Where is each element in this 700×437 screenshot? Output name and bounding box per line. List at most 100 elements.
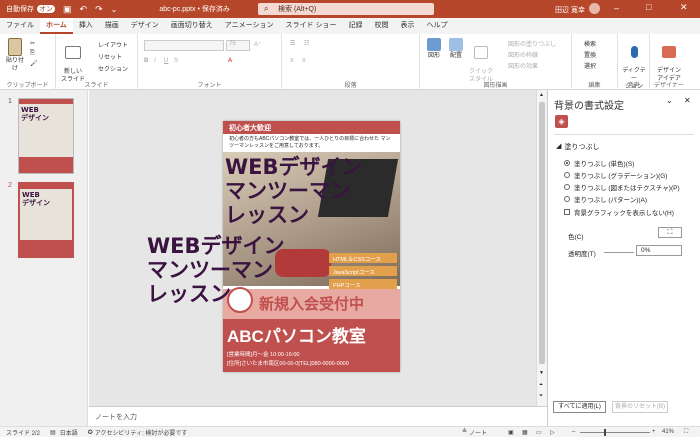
shapes-button[interactable]: 図形 — [424, 38, 444, 60]
fill-category-icon[interactable]: ◈ — [555, 115, 568, 128]
scroll-down-icon[interactable]: ▼ — [539, 370, 544, 376]
radio-gradient — [564, 172, 570, 178]
save-icon[interactable]: ▣ — [63, 4, 72, 15]
minimize-icon[interactable]: – — [614, 3, 619, 13]
notes-area[interactable]: ノートを入力 — [89, 406, 547, 426]
tab-view[interactable]: 表示 — [394, 18, 420, 34]
tab-draw[interactable]: 描画 — [99, 18, 125, 34]
search-box[interactable]: ⌕ 検索 (Alt+Q) — [258, 3, 434, 15]
overflow-title-copy[interactable]: WEBデザイン マンツーマン レッスン — [147, 234, 285, 306]
zoom-slider[interactable] — [580, 432, 650, 433]
file-name[interactable]: abc-pc.pptx • 保存済み — [159, 4, 230, 14]
accessibility-status[interactable]: アクセシビリティ: 検討が必要です — [95, 428, 188, 437]
format-painter-icon[interactable]: 🖌 — [30, 60, 38, 67]
scroll-thumb[interactable] — [539, 102, 545, 364]
paste-button[interactable]: 貼り付け — [4, 38, 26, 73]
tab-transitions[interactable]: 画面切り替え — [165, 18, 219, 34]
tab-home[interactable]: ホーム — [40, 18, 73, 34]
pane-options-icon[interactable]: ⌄ — [666, 96, 673, 105]
tab-file[interactable]: ファイル — [0, 18, 40, 34]
maximize-icon[interactable]: □ — [646, 2, 651, 12]
tab-review[interactable]: 校閲 — [368, 18, 394, 34]
section-button[interactable]: セクション — [98, 64, 128, 73]
cut-icon[interactable]: ✂ — [30, 40, 35, 47]
accessibility-icon[interactable]: ✪ — [88, 429, 93, 436]
bullets-icon[interactable]: ☰ — [290, 40, 295, 47]
tab-animations[interactable]: アニメーション — [219, 18, 280, 34]
numbering-icon[interactable]: ☷ — [304, 40, 309, 47]
arrange-icon — [449, 38, 463, 51]
radio-pattern — [564, 196, 570, 202]
fill-pattern-option[interactable]: 塗りつぶし (パターン)(A) — [564, 194, 647, 204]
transparency-slider[interactable] — [604, 252, 634, 253]
zoom-slider-thumb[interactable] — [604, 429, 606, 436]
tab-insert[interactable]: 挿入 — [73, 18, 99, 34]
align-left-icon[interactable]: ≡ — [290, 58, 294, 64]
normal-view-icon[interactable]: ▣ — [508, 429, 514, 436]
font-size-box[interactable]: 75 — [226, 40, 250, 51]
shape-fill-button[interactable]: 図形の塗りつぶし — [508, 39, 556, 48]
select-button[interactable]: 選択 — [584, 61, 596, 70]
avatar[interactable] — [589, 3, 600, 14]
layout-button[interactable]: レイアウト — [98, 40, 128, 49]
bold-icon[interactable]: B — [144, 58, 148, 64]
scroll-up-icon[interactable]: ▲ — [539, 92, 544, 98]
language-status[interactable]: 日本語 — [60, 428, 78, 437]
tab-slideshow[interactable]: スライド ショー — [280, 18, 343, 34]
slideshow-view-icon[interactable]: ▷ — [550, 429, 555, 436]
zoom-level[interactable]: 41% — [662, 429, 674, 435]
fill-solid-option[interactable]: 塗りつぶし (単色)(S) — [564, 158, 634, 168]
reading-view-icon[interactable]: ▭ — [536, 429, 542, 436]
next-slide-icon[interactable]: ⏷ — [539, 393, 543, 399]
prev-slide-icon[interactable]: ⏶ — [539, 382, 543, 388]
align-center-icon[interactable]: ≡ — [302, 58, 306, 64]
fit-slide-icon[interactable]: ⛶ — [684, 429, 688, 436]
shape-effect-button[interactable]: 図形の効果 — [508, 61, 538, 70]
fill-gradient-option[interactable]: 塗りつぶし (グラデーション)(G) — [564, 170, 667, 180]
fill-picture-option[interactable]: 塗りつぶし (図またはテクスチャ)(P) — [564, 182, 680, 192]
font-grow-icon[interactable]: A⁺ — [254, 41, 261, 48]
zoom-out-icon[interactable]: – — [572, 429, 575, 435]
reset-button[interactable]: リセット — [98, 52, 122, 61]
undo-icon[interactable]: ↶ — [80, 4, 88, 15]
user-name[interactable]: 田辺 寛幸 — [555, 5, 585, 15]
notes-toggle[interactable]: ≙ ノート — [462, 428, 487, 437]
copy-icon[interactable]: ⎘ — [30, 50, 35, 57]
tab-help[interactable]: ヘルプ — [420, 18, 453, 34]
apply-all-button[interactable]: すべてに適用(L) — [553, 401, 606, 413]
drawing-group: 図形 配置 クイック スタイル 図形の塗りつぶし 図形の枠線 図形の効果 図形描… — [420, 34, 572, 90]
close-icon[interactable]: ✕ — [680, 2, 688, 13]
font-color-icon[interactable]: A — [228, 58, 232, 64]
designer-button[interactable]: デザイン アイデア — [654, 38, 684, 83]
sorter-view-icon[interactable]: ▦ — [522, 429, 528, 436]
new-slide-button[interactable]: 新しい スライド — [60, 38, 86, 84]
hide-bg-graphics-checkbox[interactable]: 背景グラフィックを表示しない(H) — [564, 207, 674, 217]
font-name-box[interactable] — [144, 40, 224, 51]
slide-thumbnail-1[interactable]: WEB デザイン — [18, 98, 74, 174]
color-picker-button[interactable]: ⛶ — [658, 227, 682, 238]
zoom-in-icon[interactable]: + — [652, 429, 656, 435]
reset-background-button[interactable]: 背景のリセット(B) — [612, 401, 668, 413]
slide-thumbnail-2[interactable]: WEB デザイン — [18, 182, 74, 258]
replace-button[interactable]: 置換 — [584, 50, 596, 59]
pane-close-icon[interactable]: ✕ — [684, 96, 691, 105]
vertical-scrollbar[interactable]: ▲ ▼ ⏶ ⏷ — [536, 90, 547, 406]
transparency-input[interactable]: 0% — [636, 245, 682, 256]
ribbon: 貼り付け ✂ ⎘ 🖌 クリップボード 新しい スライド レイアウト リセット セ… — [0, 34, 700, 90]
strike-icon[interactable]: S — [174, 58, 178, 64]
quick-styles-button[interactable]: クイック スタイル — [468, 38, 494, 84]
autosave-toggle[interactable]: オン — [37, 5, 55, 13]
redo-icon[interactable]: ↷ — [95, 4, 103, 15]
underline-icon[interactable]: U — [164, 58, 168, 64]
shape-outline-button[interactable]: 図形の枠線 — [508, 50, 538, 59]
fill-section-header[interactable]: ◢ 塗りつぶし — [556, 142, 599, 152]
spelling-icon[interactable]: ▤ — [50, 429, 56, 436]
italic-icon[interactable]: I — [154, 58, 156, 64]
tab-record[interactable]: 記録 — [342, 18, 368, 34]
arrange-button[interactable]: 配置 — [446, 38, 466, 60]
thumb-1-title: WEB デザイン — [21, 106, 49, 122]
slide-editing-area[interactable]: 初心者大歓迎 初心者の方もABCパソコン教室では、一人ひとりの目標に合わせた マ… — [89, 90, 536, 406]
find-button[interactable]: 検索 — [584, 39, 596, 48]
tab-design[interactable]: デザイン — [125, 18, 165, 34]
customize-icon[interactable]: ⌄ — [111, 5, 118, 14]
